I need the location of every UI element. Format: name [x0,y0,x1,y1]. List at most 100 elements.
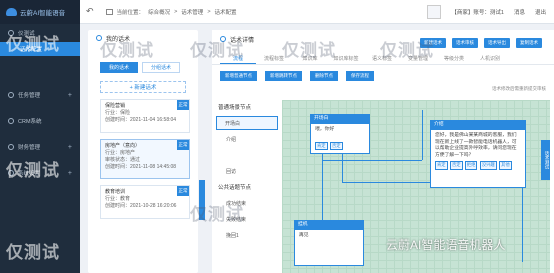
cloud-logo-icon [6,8,17,16]
watermark-text: 仅测试 [190,41,244,60]
expand-icon: + [67,169,72,177]
save-flow-button[interactable]: 保存流程 [346,71,374,81]
node-item[interactable]: 介绍 [216,132,278,146]
crm-icon [8,118,14,124]
node-text: 您好，我是佛山某某商城的客服，我们现在新上线了一款智能电话机器人，可以帮助企业提… [435,133,517,158]
logo-text: 云蔚AI智能语音 [20,10,66,17]
branch-tag[interactable]: 肯定 [435,161,448,170]
branch-tag[interactable]: 否定 [329,141,343,150]
message-link[interactable]: 消息 [514,8,525,16]
branch-tag[interactable]: 肯定 [315,141,328,150]
home-icon [105,8,113,15]
card-time: 创建时间：2021-11-08 14:45:08 [105,164,177,170]
account-label: 【商家】账号：测试1 [451,9,504,16]
node-body: 再见 [295,230,363,243]
logout-link[interactable]: 退出 [535,8,546,16]
node-branches: 肯定 否定 [315,141,365,150]
node-list: 普通场景节点 开场白 介绍 回访 公共话题节点 成功结束 失败结束 挽回1 [216,100,278,273]
tab-group-scripts[interactable]: 分组话术 [142,62,180,73]
watermark-text: 仅测试 [190,205,244,224]
flow-node-opening[interactable]: 开场白 喂，你好 肯定 否定 [310,114,370,154]
tab-human-detect[interactable]: 人机识别 [472,54,508,64]
top-bar: ↶ 当前位置： 综合概况 > 话术管理 > 话术配置 【商家】账号：测试1 消息… [80,0,554,24]
node-body: 喂，你好 肯定 否定 [311,124,369,153]
script-card[interactable]: 保险营销 行业：保险 创建时间：2021-11-04 16:58:04 正常 [100,99,190,133]
card-industry: 行业：教育 [105,196,131,202]
script-test-tab[interactable]: 话术测试 [541,140,550,180]
finance-icon [8,144,14,150]
sidebar-item-finance[interactable]: 财务管理 + [0,138,80,156]
node-item[interactable]: 挽回1 [216,228,278,242]
branch-tag[interactable]: 拒绝 [464,161,478,170]
breadcrumb-item[interactable]: 综合概况 [148,8,170,16]
card-title: 保险营销 [105,103,126,109]
watermark-text: 仅测试 [6,35,60,54]
sidebar-item-label: CRM系统 [18,119,42,125]
breadcrumb-label: 当前位置： [116,9,145,16]
node-text: 再见 [299,233,309,238]
node-text: 喂，你好 [315,127,335,132]
sidebar-item-label: 任务管理 [18,93,41,99]
export-script-button[interactable]: 话术导出 [484,38,510,48]
branch-tag[interactable]: 其他 [499,161,512,170]
branch-tag[interactable]: 否定 [449,161,463,170]
sidebar-item-crm[interactable]: CRM系统 [0,112,80,130]
card-industry: 行业：房地产 [105,150,136,156]
connector-line [342,152,343,182]
review-script-button[interactable]: 话术审核 [452,38,478,48]
breadcrumb-item: 话术配置 [214,9,237,16]
breadcrumb-item[interactable]: 话术管理 [181,8,203,16]
detail-actions: 新建话术 话术审核 话术导出 复制话术 [420,38,542,48]
review-tip: 话术修改后需重新提交审核 [492,86,546,91]
node-list-title: 公共话题节点 [218,185,252,191]
watermark-text: 仅测试 [282,41,336,60]
script-list-panel: 我的话术 我的话术 分组话术 + 新建话术 保险营销 行业：保险 创建时间：20… [88,30,198,273]
avatar[interactable] [427,4,442,19]
logo: 云蔚AI智能语音 [0,0,80,24]
card-title: 房地产（意向） [105,143,141,149]
node-item[interactable] [216,148,278,162]
card-title: 教育培训 [105,189,126,195]
expand-icon: + [67,143,72,151]
node-header: 介绍 [431,121,525,130]
script-card[interactable]: 房地产（意向） 行业：房地产 审核状态：通过 创建时间：2021-11-08 1… [100,139,190,179]
add-jump-node-button[interactable]: 新增跳转节点 [265,71,302,81]
flow-node-hangup[interactable]: 挂机 再见 [294,220,364,266]
delete-node-button[interactable]: 删除节点 [310,71,338,81]
node-item[interactable]: 开场白 [216,116,278,130]
back-icon[interactable]: ↶ [86,6,94,17]
node-body: 您好，我是佛山某某商城的客服，我们现在新上线了一款智能电话机器人，可以帮助企业提… [431,130,525,173]
node-title: 介绍 [434,122,444,128]
footer-watermark: 云蔚AI智能语音机器人 [386,238,506,252]
add-script-button[interactable]: + 新建话术 [100,81,186,93]
branch-tag[interactable]: 没兴趣 [479,161,497,170]
connector-line [322,160,422,161]
card-status: 审核状态：通过 [105,157,141,163]
script-card[interactable]: 教育培训 行业：教育 创建时间：2021-10-28 16:20:06 正常 [100,185,190,219]
breadcrumb-separator: > [207,8,211,15]
copy-script-button[interactable]: 复制话术 [516,38,542,48]
connector-line [522,182,523,262]
flow-node-intro[interactable]: 介绍 您好，我是佛山某某商城的客服，我们现在新上线了一款智能电话机器人，可以帮助… [430,120,526,188]
status-badge: 正常 [177,186,189,196]
top-right: 【商家】账号：测试1 消息 退出 [427,4,546,19]
node-title: 开场白 [314,116,329,122]
node-item[interactable]: 回访 [216,164,278,178]
tab-levels[interactable]: 等级分类 [436,54,472,64]
expand-icon: + [67,91,72,99]
task-icon [8,92,14,98]
card-time: 创建时间：2021-11-04 16:58:04 [105,117,177,123]
tab-my-scripts[interactable]: 我的话术 [100,62,138,73]
node-branches: 肯定 否定 拒绝 没兴趣 其他 [435,161,521,170]
watermark-text: 仅测试 [380,41,434,60]
status-badge: 正常 [177,100,189,110]
breadcrumb-separator: > [174,8,178,15]
add-normal-node-button[interactable]: 新增普通节点 [220,71,257,81]
watermark-text: 仅测试 [6,243,60,262]
sidebar-item-label: 财务管理 [18,145,41,151]
node-header: 挂机 [295,221,363,230]
connector-line [422,110,423,160]
node-title: 挂机 [298,222,308,228]
sidebar-item-task[interactable]: 任务管理 + [0,86,80,104]
watermark-text: 仅测试 [6,161,60,180]
